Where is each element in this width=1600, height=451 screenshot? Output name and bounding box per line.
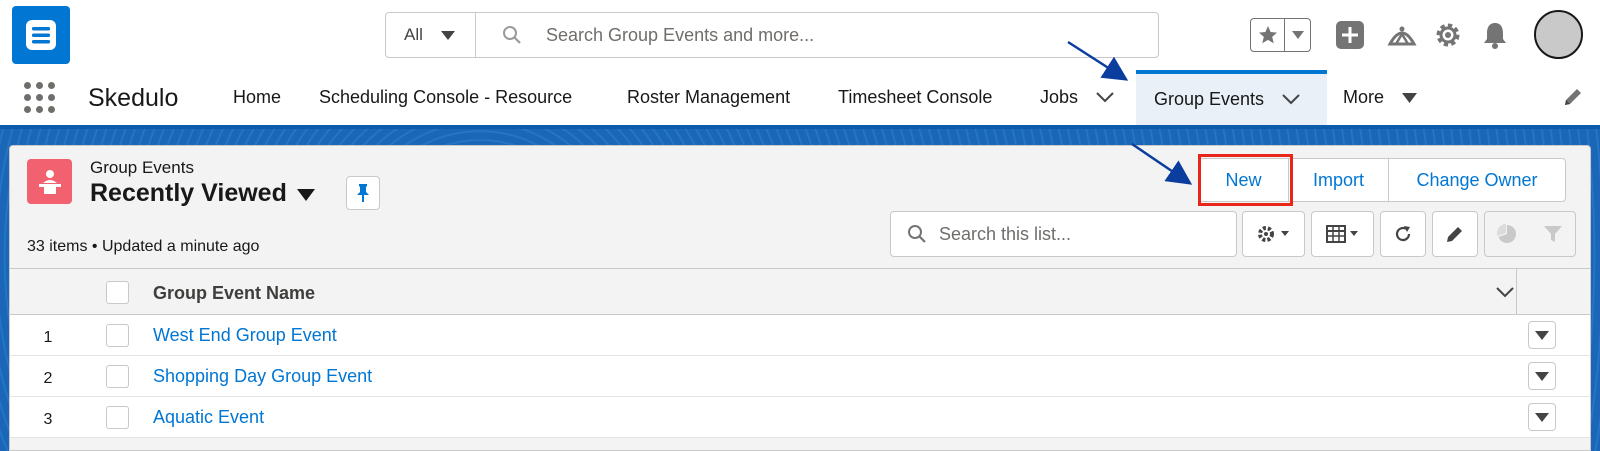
object-label: Group Events <box>90 158 194 177</box>
waffle-icon[interactable] <box>24 82 56 114</box>
nav-item-timesheet-console[interactable]: Timesheet Console <box>838 70 992 125</box>
global-search: All Search Group Events and more... <box>385 12 1159 58</box>
nav-divider <box>0 125 1600 129</box>
column-divider <box>1516 269 1517 316</box>
table-row: 3 Aquatic Event <box>10 397 1590 438</box>
nav-item-label: Home <box>233 87 282 107</box>
trailhead-icon[interactable] <box>1384 17 1420 53</box>
list-settings-button[interactable] <box>1242 211 1305 257</box>
caret-down-icon <box>1402 92 1418 103</box>
nav-item-label: Roster Management <box>627 87 791 107</box>
filter-icon[interactable] <box>1543 224 1563 244</box>
bell-icon[interactable] <box>1477 17 1513 53</box>
nav-item-group-events[interactable]: Group Events <box>1136 70 1327 125</box>
caret-down-icon <box>1535 371 1549 381</box>
nav-item-more[interactable]: More <box>1343 70 1418 125</box>
column-header-name[interactable]: Group Event Name <box>153 283 315 304</box>
app-logo-icon[interactable] <box>12 6 70 64</box>
global-search-placeholder: Search Group Events and more... <box>546 24 815 45</box>
plus-icon[interactable] <box>1332 17 1368 53</box>
nav-item-label: Jobs <box>1040 87 1079 107</box>
global-search-input[interactable]: Search Group Events and more... <box>476 13 1158 57</box>
gear-icon <box>1257 226 1289 242</box>
caret-down-icon <box>1535 412 1549 422</box>
gear-icon[interactable] <box>1430 17 1466 53</box>
app-name: Skedulo <box>88 84 179 112</box>
import-button[interactable]: Import <box>1289 159 1389 201</box>
page-title: Recently Viewed <box>90 179 287 207</box>
chevron-down-icon[interactable] <box>1496 285 1514 303</box>
nav-item-label: Group Events <box>1154 89 1265 109</box>
table-icon <box>1325 225 1358 243</box>
favorites-button-group <box>1250 18 1311 52</box>
caret-down-icon <box>1535 330 1549 340</box>
pencil-icon <box>1447 227 1462 242</box>
new-button-highlight <box>1198 154 1293 206</box>
pencil-icon[interactable] <box>1562 86 1584 113</box>
row-number: 2 <box>43 370 53 387</box>
change-owner-button[interactable]: Change Owner <box>1389 159 1565 201</box>
chart-icon[interactable] <box>1497 224 1517 244</box>
list-search-input[interactable]: Search this list... <box>890 211 1237 257</box>
row-number: 1 <box>43 329 53 346</box>
nav-item-home[interactable]: Home <box>233 70 281 125</box>
row-actions-menu[interactable] <box>1528 403 1556 431</box>
row-actions-menu[interactable] <box>1528 362 1556 390</box>
row-number: 3 <box>43 411 53 428</box>
favorites-dropdown-icon[interactable] <box>1285 19 1310 51</box>
nav-item-jobs[interactable]: Jobs <box>1040 70 1114 125</box>
table-row: 1 West End Group Event <box>10 315 1590 356</box>
chevron-down-icon[interactable] <box>1096 92 1114 103</box>
star-icon[interactable] <box>1251 19 1285 51</box>
table-header: Group Event Name <box>10 268 1590 316</box>
nav-item-label: More <box>1343 87 1385 107</box>
refresh-icon <box>1395 226 1411 242</box>
table-row: 2 Shopping Day Group Event <box>10 356 1590 397</box>
record-link[interactable]: West End Group Event <box>153 325 337 346</box>
row-checkbox[interactable] <box>106 365 129 388</box>
list-view-card: Group Events Recently Viewed 33 items • … <box>9 145 1591 451</box>
row-checkbox[interactable] <box>106 406 129 429</box>
user-avatar[interactable] <box>1534 10 1583 59</box>
nav-item-label: Timesheet Console <box>838 87 993 107</box>
list-meta-status: 33 items • Updated a minute ago <box>27 238 260 255</box>
caret-down-icon <box>440 25 455 45</box>
search-scope-select[interactable]: All <box>386 13 476 57</box>
app-nav-bar: Skedulo Home Scheduling Console - Resour… <box>0 70 1600 125</box>
refresh-button[interactable] <box>1380 211 1426 257</box>
nav-item-roster-management[interactable]: Roster Management <box>627 70 790 125</box>
pin-icon[interactable] <box>346 176 380 210</box>
chevron-down-icon[interactable] <box>1282 94 1300 105</box>
display-as-button[interactable] <box>1311 211 1374 257</box>
nav-item-scheduling-console[interactable]: Scheduling Console - Resource <box>319 70 572 125</box>
list-search-placeholder: Search this list... <box>939 223 1072 244</box>
search-icon <box>503 26 521 44</box>
search-icon <box>908 225 926 243</box>
row-actions-menu[interactable] <box>1528 321 1556 349</box>
record-link[interactable]: Shopping Day Group Event <box>153 366 372 387</box>
list-view-selector[interactable]: Recently Viewed <box>90 179 315 208</box>
chart-filter-group <box>1484 211 1576 257</box>
search-scope-label: All <box>404 25 423 44</box>
select-all-checkbox[interactable] <box>106 281 129 304</box>
global-header: All Search Group Events and more... <box>0 0 1600 70</box>
event-icon <box>27 159 72 204</box>
nav-item-label: Scheduling Console - Resource <box>319 87 573 107</box>
record-link[interactable]: Aquatic Event <box>153 407 264 428</box>
caret-down-icon[interactable] <box>296 179 315 208</box>
row-checkbox[interactable] <box>106 324 129 347</box>
inline-edit-button[interactable] <box>1432 211 1478 257</box>
